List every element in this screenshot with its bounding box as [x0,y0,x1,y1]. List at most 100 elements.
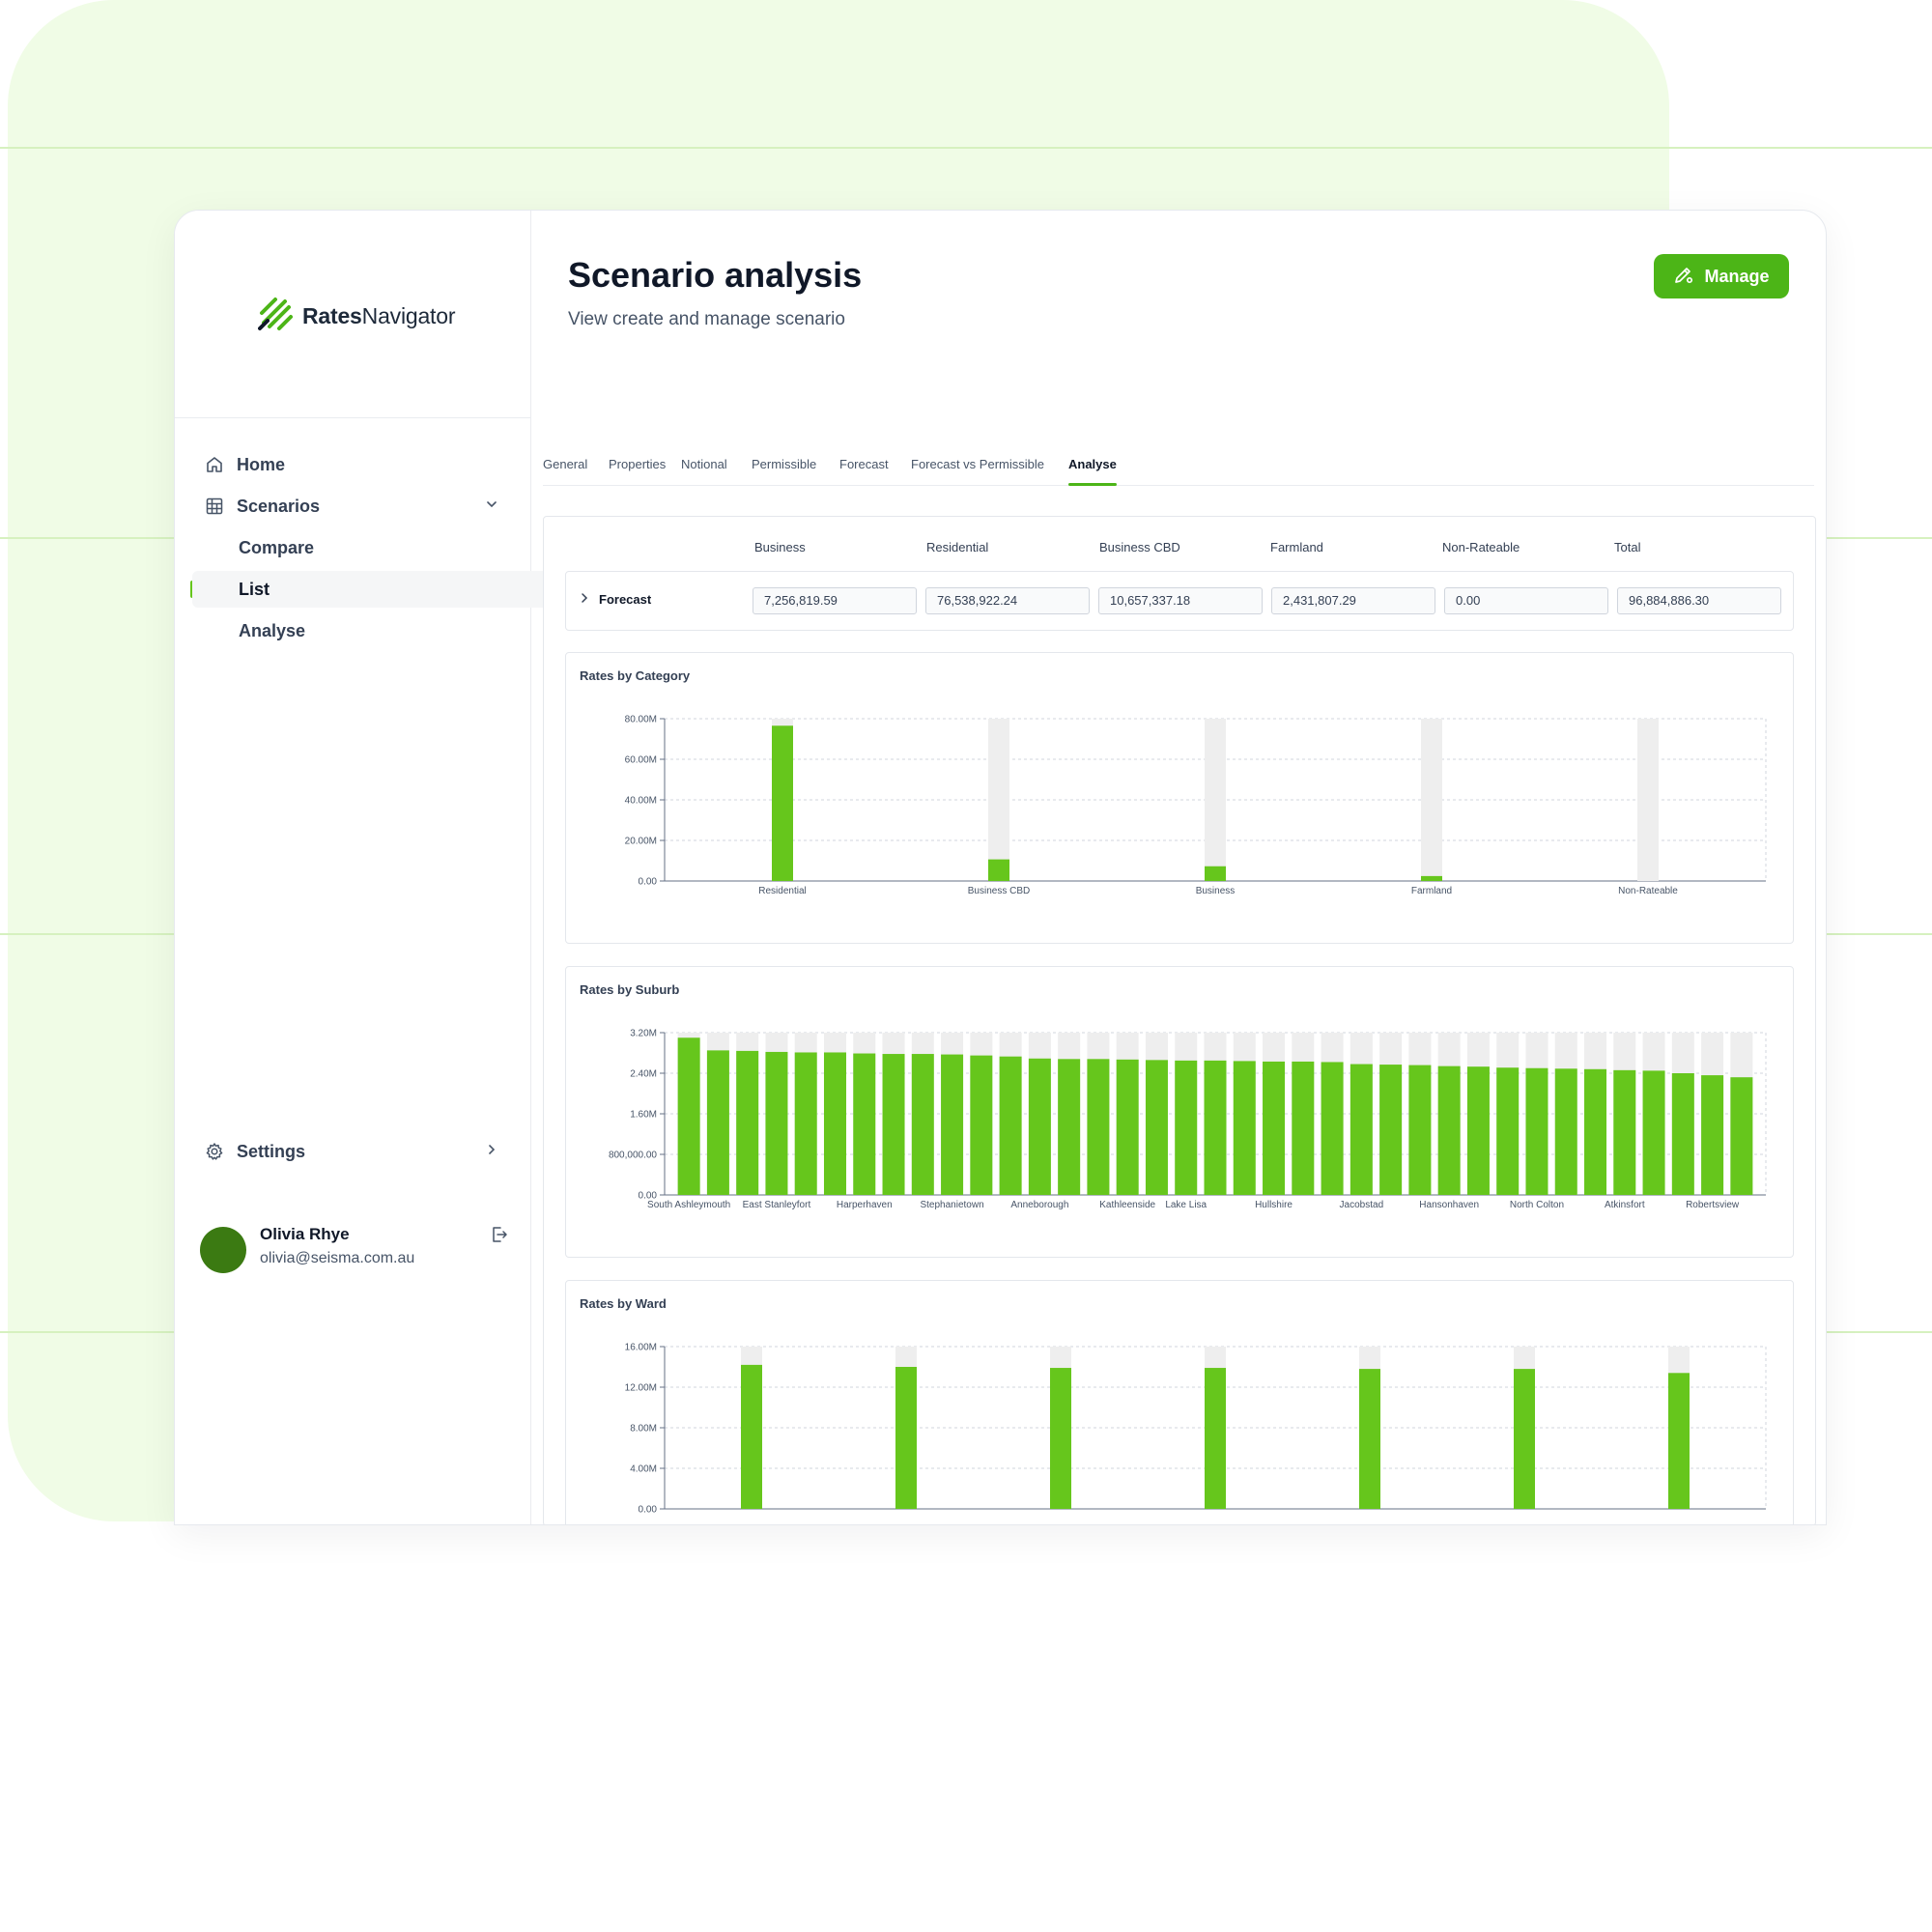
user-email: olivia@seisma.com.au [260,1250,415,1266]
x-tick-label: Non-Rateable [1618,886,1678,896]
x-tick-label: East Stanleyfort [743,1200,811,1210]
x-tick-label: Business CBD [968,886,1030,896]
y-tick-label: 80.00M [625,715,657,725]
tab-notional[interactable]: Notional [681,454,727,485]
column-header: Business CBD [1099,540,1180,554]
chart-rates-by-category: 0.00 20.00M 40.00M 60.00M 80.00M Residential B… [625,715,1767,896]
bar [853,1053,876,1195]
bar [741,1364,762,1509]
app-window: RatesNavigator Home Scenarios Compare Li… [174,210,1827,1525]
chevron-down-icon[interactable] [484,497,499,517]
bar [1263,1061,1286,1195]
x-tick-label: Business [1196,886,1236,896]
sidebar-divider [175,417,530,418]
sidebar-item-scenarios[interactable]: Scenarios [192,488,513,525]
bar [1701,1075,1724,1195]
forecast-value-business-cbd[interactable]: 10,657,337.18 [1098,587,1263,614]
forecast-value-total[interactable]: 96,884,886.30 [1617,587,1781,614]
bar [736,1050,759,1195]
x-tick-label: Farmland [1411,886,1452,896]
page-subtitle: View create and manage scenario [568,309,845,329]
manage-button-label: Manage [1704,266,1770,286]
bar [1408,1065,1432,1195]
forecast-row-toggle[interactable]: Forecast [580,592,651,607]
logout-icon[interactable] [490,1225,509,1249]
chart-card-ward: Rates by Ward 0.00 4.00M 8.00M 12.00M 16.00M [565,1280,1794,1524]
logo-mark-icon [258,296,295,337]
bar [1204,1060,1227,1195]
tab-forecast-vs-permissible[interactable]: Forecast vs Permissible [911,454,1044,485]
user-name: Olivia Rhye [260,1225,350,1243]
chevron-right-icon[interactable] [484,1142,499,1162]
column-header: Non-Rateable [1442,540,1520,554]
sidebar-item-settings[interactable]: Settings [192,1133,513,1170]
bar [1359,1369,1380,1509]
x-tick-label: Robertsview [1686,1200,1740,1210]
chart-rates-by-suburb: 0.00800,000.001.60M2.40M3.20MSouth Ashle… [609,1029,1767,1210]
bar [1584,1068,1607,1195]
bar [1175,1060,1198,1195]
bar [1554,1068,1577,1195]
tab-analyse[interactable]: Analyse [1068,454,1117,486]
bar [941,1054,964,1195]
x-tick-label: Anneborough [1010,1200,1068,1210]
bar [1466,1066,1490,1195]
sidebar-item-home[interactable]: Home [192,446,513,483]
bar [1321,1062,1344,1195]
bar [772,725,793,881]
sidebar-item-label: Analyse [239,620,306,640]
bar [1350,1064,1373,1195]
y-tick-label: 0.00 [639,1505,658,1516]
sidebar-item-list[interactable]: List [192,571,559,608]
user-profile: Olivia Rhye olivia@seisma.com.au [200,1225,509,1283]
sidebar-item-label: Scenarios [237,496,321,516]
page-title: Scenario analysis [568,255,863,295]
y-tick-label: 12.00M [625,1383,657,1394]
sidebar-item-compare[interactable]: Compare [192,529,559,566]
bar [1058,1059,1081,1195]
y-tick-label: 16.00M [625,1343,657,1353]
bar-background [1637,719,1659,881]
column-header: Residential [926,540,989,554]
table-icon [204,496,225,517]
x-tick-label: North Colton [1510,1200,1564,1210]
tab-permissible[interactable]: Permissible [752,454,816,485]
bar [1116,1059,1139,1195]
gear-icon [204,1141,225,1162]
bar [1525,1067,1548,1195]
forecast-value-farmland[interactable]: 2,431,807.29 [1271,587,1435,614]
column-header: Farmland [1270,540,1323,554]
sidebar-item-analyse[interactable]: Analyse [192,612,559,649]
avatar[interactable] [200,1227,246,1273]
bar [1205,1368,1226,1509]
manage-button[interactable]: Manage [1654,254,1789,298]
bar [1379,1065,1403,1195]
bar [882,1054,905,1195]
bar [1050,1368,1071,1509]
x-tick-label: Jacobstad [1340,1200,1384,1210]
forecast-value-non-rateable[interactable]: 0.00 [1444,587,1608,614]
x-tick-label: Residential [758,886,806,896]
decorative-line [0,147,1932,149]
chevron-right-icon [580,592,589,607]
forecast-value-residential[interactable]: 76,538,922.24 [925,587,1090,614]
forecast-row-label: Forecast [599,592,652,607]
tab-properties[interactable]: Properties [609,454,666,485]
forecast-value-business[interactable]: 7,256,819.59 [753,587,917,614]
home-icon [204,454,225,475]
bar [1145,1060,1168,1195]
logo[interactable]: RatesNavigator [258,296,455,337]
tab-forecast[interactable]: Forecast [839,454,889,485]
tab-general[interactable]: General [543,454,587,485]
chart-card-category: Rates by Category 0.00 20.00M 40.00M 60.00M… [565,652,1794,944]
bar [1233,1061,1256,1195]
x-tick-label: Hansonhaven [1419,1200,1479,1210]
bar [1730,1077,1753,1195]
bar [1642,1070,1665,1195]
bar [911,1054,934,1195]
sidebar-item-label: Compare [239,537,315,557]
bar [794,1052,817,1195]
forecast-row: Forecast 7,256,819.59 76,538,922.24 10,6… [565,571,1794,631]
chart-card-suburb: Rates by Suburb 0.00 800,000.00 1.60M 2.40M… [565,966,1794,1258]
x-tick-label: Hullshire [1255,1200,1293,1210]
